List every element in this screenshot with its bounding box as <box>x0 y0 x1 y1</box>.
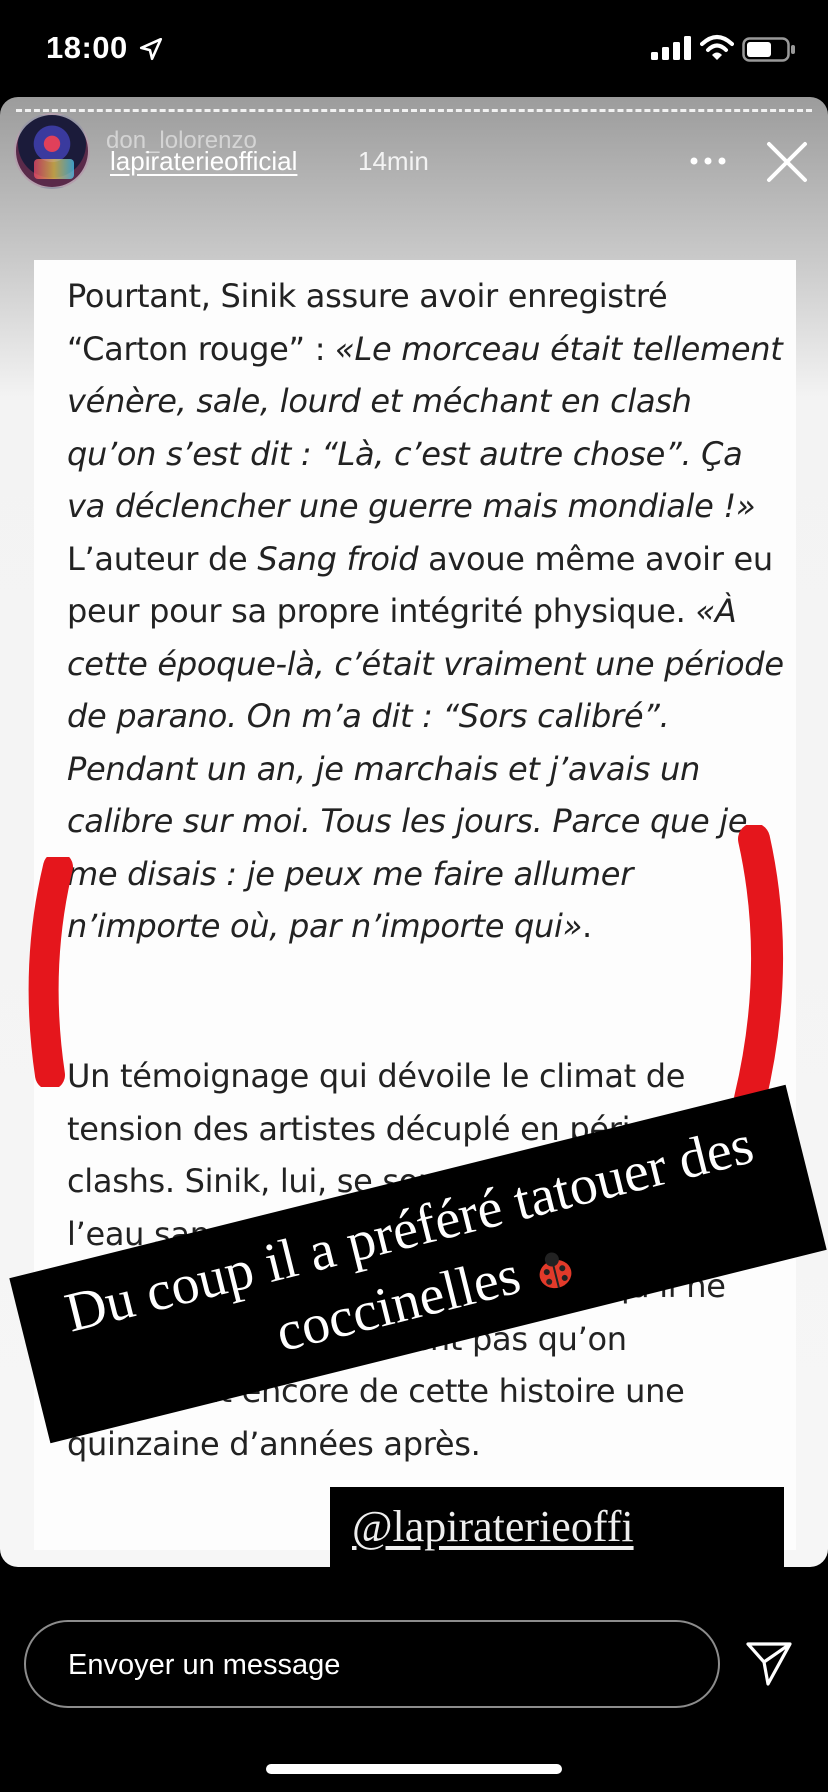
home-indicator[interactable] <box>266 1764 562 1774</box>
account-name-link[interactable]: lapiraterieofficial <box>110 146 297 177</box>
signal-icon <box>651 36 691 60</box>
mention-sticker[interactable]: @lapiraterieoffi <box>330 1487 784 1567</box>
avatar[interactable] <box>14 113 90 189</box>
red-highlight-left <box>28 857 73 1087</box>
status-time: 18:00 <box>46 30 128 65</box>
story-time-ago: 14min <box>358 146 429 176</box>
story-view[interactable]: don_lolorenzo lapiraterieofficial 14min … <box>0 97 828 1567</box>
battery-icon <box>742 37 795 62</box>
status-bar: 18:00 <box>0 0 828 100</box>
location-arrow-icon <box>139 37 163 61</box>
more-dots-icon[interactable] <box>686 149 730 173</box>
wifi-icon <box>700 35 734 60</box>
article-paragraph-1: Pourtant, Sinik assure avoir enregistré … <box>67 277 784 945</box>
story-progress-bar <box>16 109 812 112</box>
send-icon[interactable] <box>744 1638 794 1688</box>
mention-text: @lapiraterieoffi <box>352 1502 634 1551</box>
ladybug-icon <box>540 1252 572 1289</box>
red-highlight-right <box>734 825 784 1115</box>
message-input[interactable]: Envoyer un message <box>24 1620 720 1708</box>
close-icon[interactable] <box>764 139 810 185</box>
message-placeholder: Envoyer un message <box>68 1649 341 1681</box>
